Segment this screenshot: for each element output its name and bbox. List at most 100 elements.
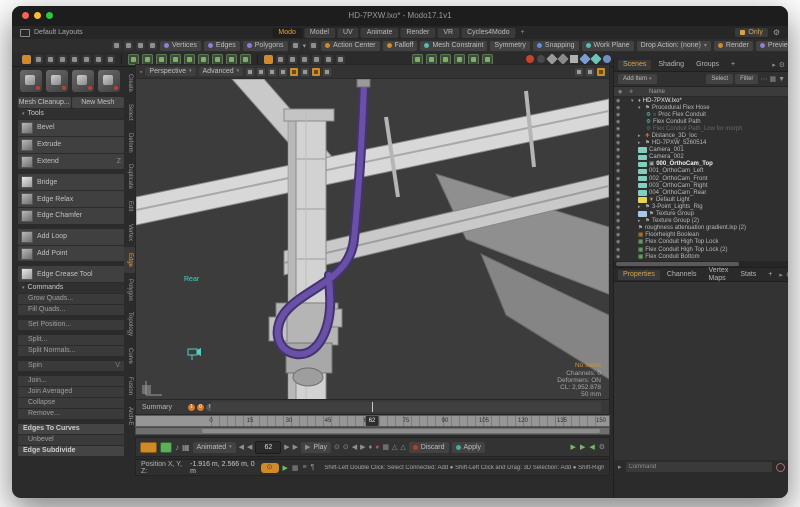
previous-key-icon[interactable]: ◀ xyxy=(352,443,357,451)
animation-toggle[interactable] xyxy=(160,442,172,453)
visibility-eye-icon[interactable]: ◉ xyxy=(616,197,623,203)
visibility-eye-icon[interactable]: ◉ xyxy=(616,211,623,217)
falloff-preset-icon[interactable] xyxy=(264,55,273,64)
tree-item-light[interactable]: ◉☀Default Light xyxy=(614,196,788,203)
tool-edge-chamfer[interactable]: Edge Chamfer xyxy=(18,208,124,224)
play-button[interactable]: ▶Play xyxy=(301,442,331,453)
render-region-icon[interactable] xyxy=(323,68,331,76)
tool-bevel[interactable]: Bevel xyxy=(18,120,124,136)
visibility-eye-icon[interactable]: ◉ xyxy=(616,247,623,253)
tree-item-mesh[interactable]: ◉▦Flex Conduit High Top Lock (2) xyxy=(614,246,788,253)
texture-toggle-icon[interactable] xyxy=(268,68,276,76)
plane-primitive-icon[interactable] xyxy=(98,70,120,92)
visibility-eye-icon[interactable]: ◉ xyxy=(616,161,623,167)
tab-modo[interactable]: Modo xyxy=(272,28,302,38)
collapse-arrow-icon[interactable]: ▸ xyxy=(638,140,643,146)
command-input[interactable] xyxy=(625,461,773,473)
tool-extend[interactable]: ExtendZ xyxy=(18,154,124,170)
falloff-button[interactable]: Falloff xyxy=(383,41,418,51)
macro-record-icon[interactable] xyxy=(776,463,785,472)
collapse-arrow-icon[interactable]: ▸ xyxy=(638,133,643,139)
tree-item-camera[interactable]: ◉002_OrthoCam_Front xyxy=(614,175,788,182)
tree-item-group[interactable]: ◉▸⚑HD-7PXW_5260514 xyxy=(614,140,788,147)
vtab-create[interactable]: Create xyxy=(124,68,135,98)
cmd-split-normals[interactable]: Split Normals... xyxy=(18,346,124,356)
cmd-collapse[interactable]: Collapse xyxy=(18,398,124,408)
add-column-icon[interactable]: ✚ xyxy=(629,89,635,95)
vtab-arch-e[interactable]: Arch-E xyxy=(124,401,135,431)
polygons-mode-button[interactable]: Polygons xyxy=(243,41,288,51)
expand-panel-icon[interactable]: ▸ xyxy=(772,61,776,69)
vtab-polygon[interactable]: Polygon xyxy=(124,273,135,307)
command-history-icon[interactable]: ▸ xyxy=(618,463,622,471)
tree-item-mesh[interactable]: ◉▦Flex Conduit High Top Lock xyxy=(614,239,788,246)
visibility-eye-icon[interactable]: ◉ xyxy=(616,140,623,146)
tab-model[interactable]: Model xyxy=(304,28,335,38)
visibility-eye-icon[interactable]: ◉ xyxy=(616,119,623,125)
zoom-tool-icon[interactable] xyxy=(94,55,103,64)
tree-item-camera[interactable]: ◉Camera_001 xyxy=(614,147,788,154)
previous-frame-button[interactable]: ◀ xyxy=(247,443,252,451)
tree-item-procedural[interactable]: ◉⚙Flex Conduit Path xyxy=(614,118,788,125)
current-time-line[interactable] xyxy=(372,402,373,412)
tree-item-procedural[interactable]: ◉⚙○Proc Flex Conduit xyxy=(614,111,788,118)
visibility-eye-icon[interactable]: ◉ xyxy=(616,168,623,174)
add-key-icon[interactable]: ♦ xyxy=(369,444,373,451)
tree-item-camera[interactable]: ◉Camera_002 xyxy=(614,154,788,161)
current-frame-field[interactable]: 62 xyxy=(255,441,281,454)
action-center-button[interactable]: Action Center xyxy=(321,41,379,51)
delete-item-icon[interactable]: ▦ xyxy=(769,75,776,83)
dots-view-icon[interactable] xyxy=(440,54,451,65)
gem-item-icon[interactable] xyxy=(557,53,568,64)
clock-icon[interactable]: ⊙ xyxy=(343,443,349,451)
visibility-eye-icon[interactable]: ◉ xyxy=(616,147,623,153)
globe-view-icon[interactable] xyxy=(426,54,437,65)
grid-toggle-icon[interactable] xyxy=(301,68,309,76)
options-view-icon[interactable] xyxy=(482,54,493,65)
tree-item-locator[interactable]: ◉▸✚Distance_3D_loc xyxy=(614,132,788,139)
vtab-fusion[interactable]: Fusion xyxy=(124,371,135,401)
add-layout-tab-button[interactable]: + xyxy=(518,28,528,38)
tab-animate[interactable]: Animate xyxy=(361,28,399,38)
visibility-eye-icon[interactable]: ◉ xyxy=(616,190,623,196)
tree-item-texture-group[interactable]: ◉⚑Texture Group xyxy=(614,211,788,218)
instance-icon[interactable] xyxy=(226,54,237,65)
visibility-eye-icon[interactable]: ◉ xyxy=(616,218,623,224)
tool-add-loop[interactable]: Add Loop xyxy=(18,229,124,245)
visibility-column-icon[interactable]: ◉ xyxy=(618,89,625,95)
work-plane-button[interactable]: Work Plane xyxy=(582,41,634,51)
discard-button[interactable]: Discard xyxy=(409,442,449,453)
panel-settings-icon[interactable]: ⚙ xyxy=(786,271,788,279)
collapse-arrow-icon[interactable]: ▸ xyxy=(638,218,643,224)
tool-haul-button[interactable]: ⊙ xyxy=(261,463,279,473)
snapping-button[interactable]: Snapping xyxy=(533,41,579,51)
visibility-eye-icon[interactable]: ◉ xyxy=(616,98,623,104)
tree-item-gradient[interactable]: ◉⚑roughness attenuation gradient.lxp (2) xyxy=(614,225,788,232)
lasso-falloff-icon[interactable] xyxy=(312,55,321,64)
tree-item-camera-active[interactable]: ◉▣000_OrthoCam_Top xyxy=(614,161,788,168)
tree-item-camera[interactable]: ◉003_OrthoCam_Right xyxy=(614,182,788,189)
add-item-dropdown[interactable]: Add Item▾ xyxy=(618,74,657,84)
cmd-edges-to-curves[interactable]: Edges To Curves xyxy=(18,424,124,434)
visibility-eye-icon[interactable]: ◉ xyxy=(616,239,623,245)
paint-select-icon[interactable] xyxy=(148,41,157,50)
paste-icon[interactable] xyxy=(184,54,195,65)
tab-channels[interactable]: Channels xyxy=(662,270,702,280)
next-key-icon[interactable]: ▶ xyxy=(360,443,365,451)
gear-icon[interactable]: ⚙ xyxy=(773,28,780,37)
cmd-set-position[interactable]: Set Position... xyxy=(18,320,124,330)
select-arrow-icon[interactable] xyxy=(124,41,133,50)
render-button[interactable]: Render xyxy=(714,41,753,51)
cmd-join[interactable]: Join... xyxy=(18,376,124,386)
timeline-range-scrollbar[interactable] xyxy=(135,427,610,435)
reset-tool-icon[interactable] xyxy=(106,55,115,64)
link-view-icon[interactable] xyxy=(468,54,479,65)
visibility-eye-icon[interactable]: ◉ xyxy=(616,232,623,238)
delete-icon[interactable] xyxy=(198,54,209,65)
mesh-constraint-button[interactable]: Mesh Constraint xyxy=(420,41,487,51)
blue-sphere-item-icon[interactable] xyxy=(603,55,611,63)
soft-falloff-icon[interactable] xyxy=(336,55,345,64)
center-mode-icon[interactable] xyxy=(309,41,318,50)
items-mode-icon[interactable] xyxy=(291,41,300,50)
tree-item-camera[interactable]: ◉001_OrthoCam_Left xyxy=(614,168,788,175)
